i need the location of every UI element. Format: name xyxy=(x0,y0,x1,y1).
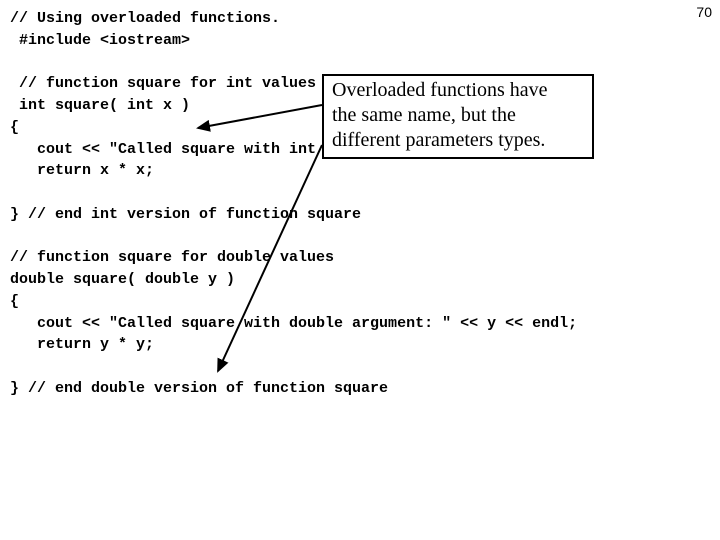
code-line: int square( int x ) xyxy=(10,97,190,114)
annotation-line: different parameters types. xyxy=(332,128,584,153)
code-block: // Using overloaded functions. #include … xyxy=(10,8,710,400)
code-line: return y * y; xyxy=(10,336,154,353)
code-line: return x * x; xyxy=(10,162,154,179)
annotation-box: Overloaded functions have the same name,… xyxy=(322,74,594,159)
slide: 70 // Using overloaded functions. #inclu… xyxy=(0,0,720,540)
code-line: // function square for double values xyxy=(10,249,334,266)
code-line: double square( double y ) xyxy=(10,271,235,288)
code-line: #include <iostream> xyxy=(10,32,190,49)
code-line: { xyxy=(10,293,19,310)
annotation-line: Overloaded functions have xyxy=(332,78,584,103)
code-line: // Using overloaded functions. xyxy=(10,10,280,27)
code-line: cout << "Called square with double argum… xyxy=(10,315,577,332)
annotation-line: the same name, but the xyxy=(332,103,584,128)
code-line: } // end double version of function squa… xyxy=(10,380,388,397)
code-line: } // end int version of function square xyxy=(10,206,361,223)
code-line: { xyxy=(10,119,19,136)
code-line: // function square for int values xyxy=(10,75,316,92)
